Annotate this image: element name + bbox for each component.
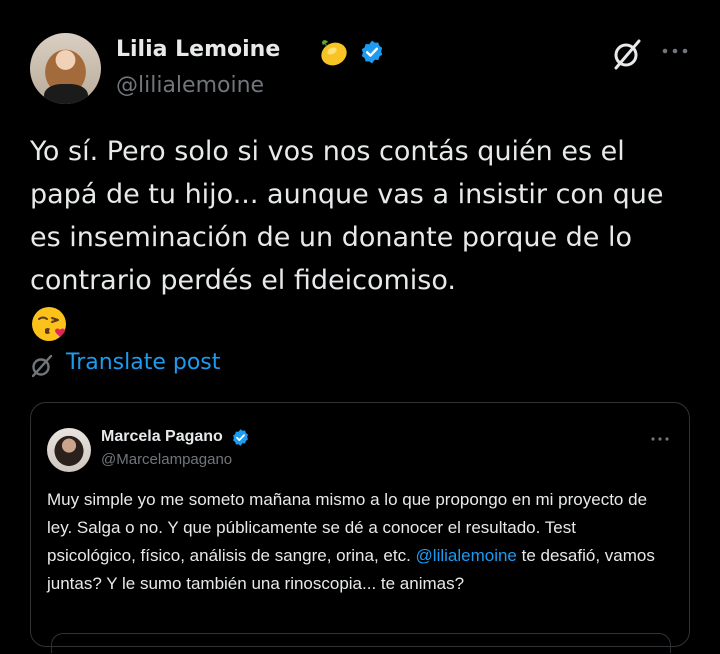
post-header: Lilia Lemoine @lilialemoine: [30, 33, 690, 105]
post-text: Yo sí. Pero solo si vos nos contás quién…: [30, 136, 664, 296]
lemon-icon: [321, 40, 347, 66]
more-options-icon[interactable]: [662, 47, 688, 55]
author-handle[interactable]: @lilialemoine: [116, 73, 264, 98]
grok-translate-icon: [31, 354, 53, 378]
quoted-post-text: Muy simple yo me someto mañana mismo a l…: [47, 486, 667, 598]
translate-post-link[interactable]: Translate post: [66, 350, 220, 375]
verified-badge-icon: [361, 40, 383, 64]
grok-icon[interactable]: [612, 38, 642, 70]
quoted-author-display-name[interactable]: Marcela Pagano: [101, 428, 223, 446]
verified-badge-icon: [233, 429, 248, 446]
quoted-author-avatar[interactable]: [47, 428, 91, 472]
quoted-media-preview[interactable]: [51, 633, 671, 653]
face-blowing-kiss-icon: [32, 307, 66, 341]
quoted-author-handle[interactable]: @Marcelampagano: [101, 451, 232, 468]
more-options-icon[interactable]: [651, 436, 669, 442]
author-display-name[interactable]: Lilia Lemoine: [116, 37, 280, 62]
quoted-post-card[interactable]: Marcela Pagano @Marcelampagano Muy simpl…: [30, 402, 690, 653]
mention-link[interactable]: @lilialemoine: [416, 546, 517, 565]
author-avatar[interactable]: [30, 33, 101, 104]
